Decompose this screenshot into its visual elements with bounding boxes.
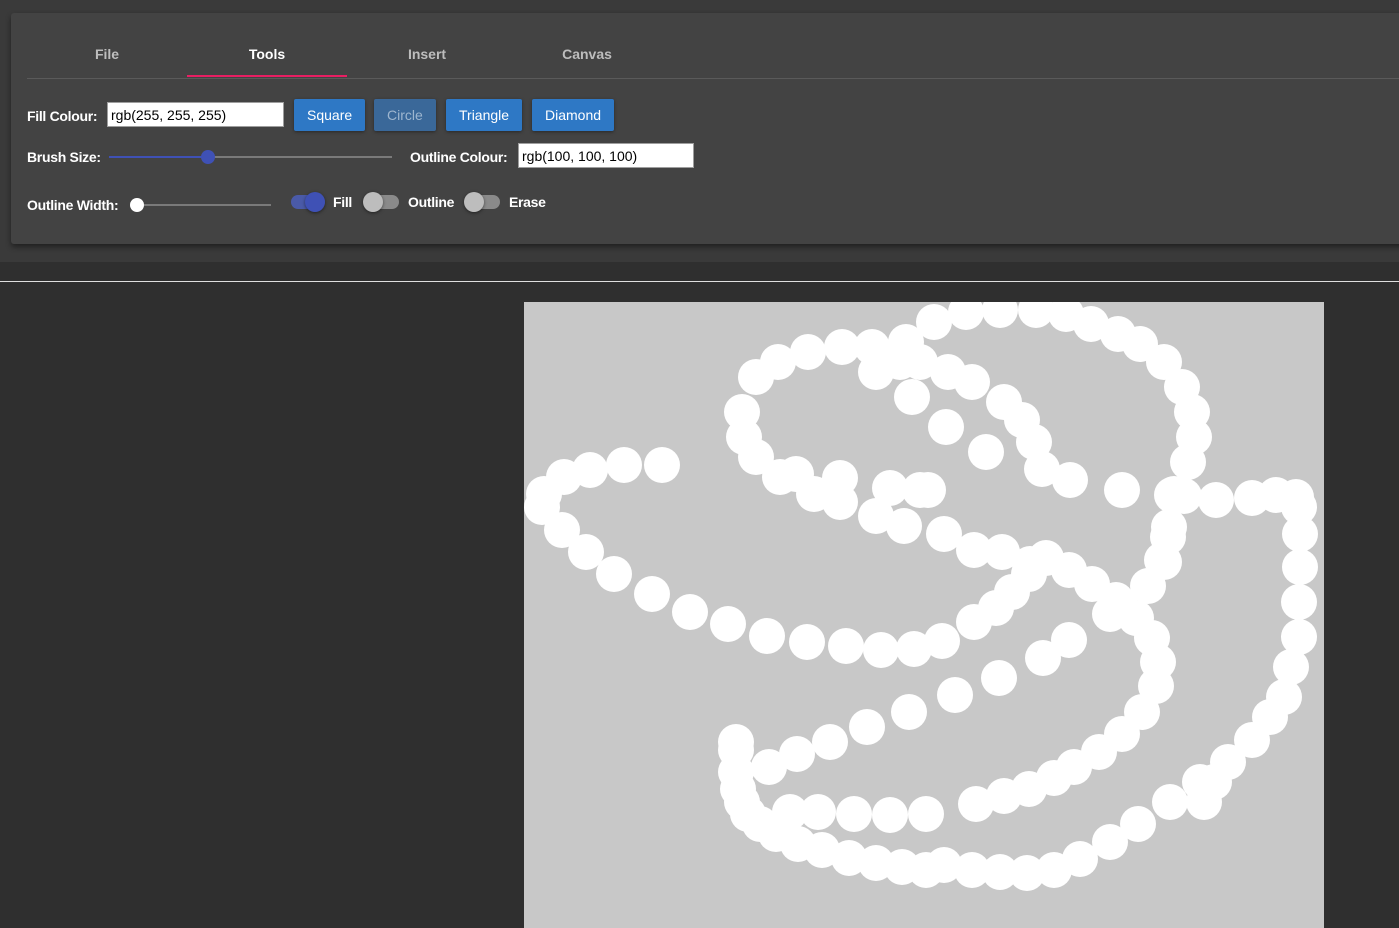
brush-dot [948, 302, 984, 330]
brush-dot [710, 606, 746, 642]
erase-toggle-label: Erase [509, 194, 546, 210]
brush-strokes [524, 302, 1318, 891]
outline-colour-label: Outline Colour: [410, 149, 508, 165]
slider-thumb[interactable] [130, 198, 144, 212]
brush-dot [863, 632, 899, 668]
slider-thumb[interactable] [201, 150, 216, 164]
outline-toggle-label: Outline [408, 194, 455, 210]
toggle-knob [305, 192, 325, 212]
brush-dot [606, 447, 642, 483]
brush-dot [1282, 549, 1318, 585]
erase-toggle[interactable] [464, 192, 500, 212]
brush-dot [836, 796, 872, 832]
brush-dot [886, 508, 922, 544]
section-divider [0, 281, 1399, 282]
brush-dot [672, 594, 708, 630]
brush-dot [1198, 482, 1234, 518]
brush-dot [908, 852, 944, 888]
brush-size-label: Brush Size: [27, 149, 101, 165]
brush-dot [634, 576, 670, 612]
brush-dot [1266, 679, 1302, 715]
brush-dot [790, 334, 826, 370]
brush-dot [1104, 472, 1140, 508]
brush-dot [1120, 806, 1156, 842]
brush-dot [1234, 480, 1270, 516]
outline-width-slider[interactable] [130, 195, 271, 215]
brush-dot [882, 344, 918, 380]
brush-dot [1196, 764, 1232, 800]
brush-dot [894, 379, 930, 415]
tab-tools[interactable]: Tools [187, 13, 347, 77]
brush-dot [749, 618, 785, 654]
brush-dot [924, 623, 960, 659]
fill-toggle-label: Fill [333, 194, 353, 210]
brush-dot [1092, 596, 1128, 632]
brush-dot [1025, 640, 1061, 676]
tab-insert[interactable]: Insert [347, 13, 507, 77]
outline-width-label: Outline Width: [27, 197, 119, 213]
brush-dot [1281, 584, 1317, 620]
tab-file[interactable]: File [27, 13, 187, 77]
brush-dot [958, 786, 994, 822]
brush-dot [1052, 462, 1088, 498]
toggle-knob [363, 192, 383, 212]
outline-colour-input[interactable] [518, 143, 694, 168]
outline-toggle[interactable] [363, 192, 399, 212]
brush-dot [891, 694, 927, 730]
brush-dot [778, 456, 814, 492]
toggle-knob [464, 192, 484, 212]
slider-track [137, 204, 271, 206]
brush-dot [910, 472, 946, 508]
active-tab-indicator [187, 75, 347, 77]
brush-dot [968, 434, 1004, 470]
brush-dot [568, 534, 604, 570]
diamond-button[interactable]: Diamond [532, 99, 615, 131]
brush-dot [1156, 476, 1192, 512]
brush-dot [1151, 509, 1187, 545]
brush-dot [954, 364, 990, 400]
fill-colour-input[interactable] [107, 102, 284, 127]
brush-dot [828, 628, 864, 664]
brush-dot [812, 724, 848, 760]
brush-dot [800, 794, 836, 830]
brush-dot [644, 447, 680, 483]
tools-panel: File Tools Insert Canvas Fill Colour: Sq… [11, 13, 1399, 244]
fill-colour-label: Fill Colour: [27, 108, 98, 124]
brush-dot [572, 452, 608, 488]
brush-dot [1144, 542, 1180, 578]
brush-dot [908, 796, 944, 832]
brush-dot [928, 409, 964, 445]
triangle-button[interactable]: Triangle [446, 99, 523, 131]
brush-dot [981, 660, 1017, 696]
brush-dot [937, 677, 973, 713]
brush-dot [982, 302, 1018, 328]
slider-fill [109, 156, 209, 158]
brush-dot [1170, 444, 1206, 480]
brush-dot [596, 556, 632, 592]
circle-button[interactable]: Circle [374, 99, 436, 131]
fill-toggle[interactable] [289, 192, 325, 212]
brush-dot [1152, 784, 1188, 820]
brush-dot [849, 709, 885, 745]
brush-dot [822, 460, 858, 496]
brush-dot [751, 749, 787, 785]
brush-dot [1012, 546, 1048, 582]
brush-dot [872, 797, 908, 833]
square-button[interactable]: Square [294, 99, 366, 131]
brush-dot [916, 304, 952, 340]
tab-canvas[interactable]: Canvas [507, 13, 667, 77]
brush-dot [1281, 619, 1317, 655]
brush-dot [789, 624, 825, 660]
tab-bar: File Tools Insert Canvas [27, 13, 1399, 79]
brush-size-slider[interactable] [109, 147, 392, 167]
drawing-canvas[interactable] [524, 302, 1324, 928]
